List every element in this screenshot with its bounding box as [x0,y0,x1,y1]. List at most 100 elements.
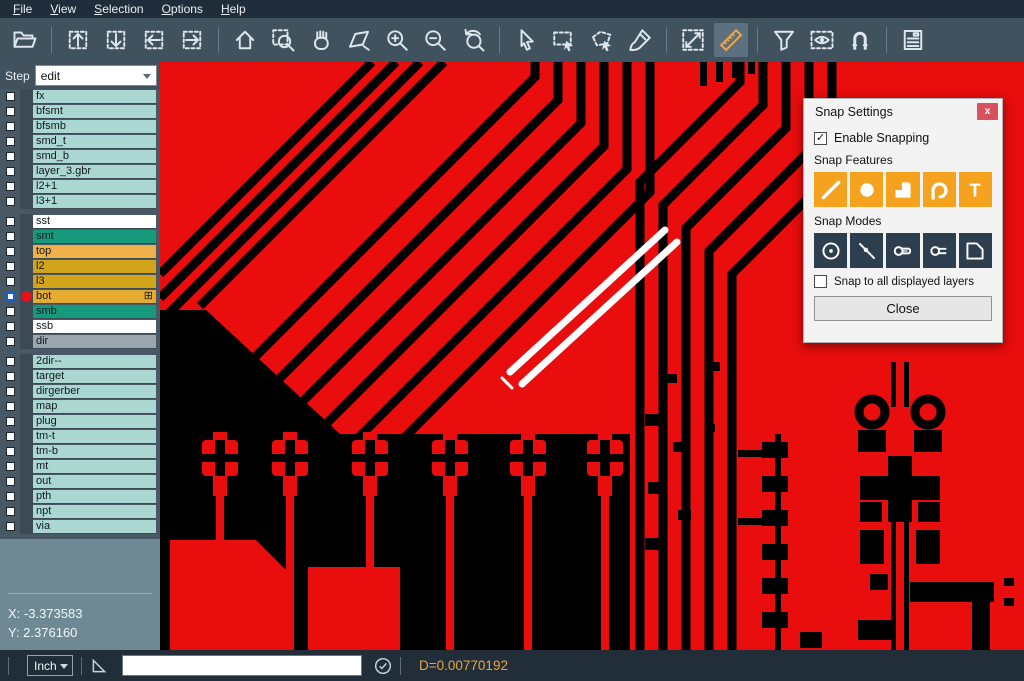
layer-visibility-checkbox[interactable] [6,292,15,301]
layer-name[interactable]: smd_t [33,135,156,149]
snap-feature-pad-button[interactable] [850,172,883,207]
snap-all-layers-checkbox[interactable] [814,275,827,288]
layer-row-via[interactable]: via [0,519,160,534]
select-polygon-button[interactable] [585,23,619,57]
layer-name[interactable]: l3 [33,275,156,289]
layer-row-npt[interactable]: npt [0,504,160,519]
zoom-dynamic-button[interactable] [342,23,376,57]
layer-visibility-checkbox[interactable] [6,417,15,426]
layer-visibility-checkbox[interactable] [6,462,15,471]
layer-name[interactable]: bfsmt [33,105,156,119]
layer-row-smt[interactable]: smt [0,229,160,244]
layer-name[interactable]: sst [33,215,156,229]
layer-row-smd_t[interactable]: smd_t [0,134,160,149]
layer-name[interactable]: fx [33,90,156,104]
layer-name[interactable]: target [33,370,156,384]
menu-view[interactable]: View [41,2,85,16]
layer-row-dirgerber[interactable]: dirgerber [0,384,160,399]
layer-visibility-checkbox[interactable] [6,522,15,531]
step-select[interactable]: edit [35,65,157,86]
ruler-button[interactable] [714,23,748,57]
layer-row-tm-t[interactable]: tm-t [0,429,160,444]
report-button[interactable] [896,23,930,57]
layer-name[interactable]: l2 [33,260,156,274]
layer-row-plug[interactable]: plug [0,414,160,429]
snap-feature-text-button[interactable]: T [959,172,992,207]
layer-visibility-checkbox[interactable] [6,217,15,226]
layer-name[interactable]: tm-t [33,430,156,444]
layer-row-bfsmb[interactable]: bfsmb [0,119,160,134]
layer-visibility-checkbox[interactable] [6,122,15,131]
open-folder-button[interactable] [8,23,42,57]
layer-name[interactable]: out [33,475,156,489]
layer-row-pth[interactable]: pth [0,489,160,504]
layer-name[interactable]: l3+1 [33,195,156,209]
menu-options[interactable]: Options [153,2,212,16]
layer-row-l2+1[interactable]: l2+1 [0,179,160,194]
layer-row-l3[interactable]: l3 [0,274,160,289]
layer-visibility-checkbox[interactable] [6,322,15,331]
layer-row-layer_3.gbr[interactable]: layer_3.gbr [0,164,160,179]
angle-measure-icon[interactable] [90,657,108,675]
zoom-in-button[interactable] [380,23,414,57]
layer-visibility-checkbox[interactable] [6,492,15,501]
layer-name[interactable]: top [33,245,156,259]
select-rectangle-button[interactable] [547,23,581,57]
layer-visibility-checkbox[interactable] [6,277,15,286]
layer-visibility-checkbox[interactable] [6,337,15,346]
layer-name[interactable]: smd_b [33,150,156,164]
layer-row-bot[interactable]: bot⊞ [0,289,160,304]
filter-button[interactable] [767,23,801,57]
layer-row-tm-b[interactable]: tm-b [0,444,160,459]
shift-left-button[interactable] [137,23,171,57]
layer-visibility-checkbox[interactable] [6,92,15,101]
layer-row-target[interactable]: target [0,369,160,384]
layer-row-mt[interactable]: mt [0,459,160,474]
layer-visibility-checkbox[interactable] [6,432,15,441]
enable-snapping-checkbox[interactable]: ✓ [814,132,827,145]
zoom-window-button[interactable] [266,23,300,57]
unit-select[interactable]: Inch [27,655,73,676]
shift-up-button[interactable] [61,23,95,57]
layer-name[interactable]: dir [33,335,156,349]
snap-feature-arc-button[interactable] [923,172,956,207]
snap-mode-center-button[interactable] [814,233,847,268]
layer-name[interactable]: map [33,400,156,414]
layer-visibility-checkbox[interactable] [6,262,15,271]
close-button[interactable]: Close [814,296,992,321]
layer-visibility-checkbox[interactable] [6,232,15,241]
layer-name[interactable]: plug [33,415,156,429]
clear-selection-button[interactable] [623,23,657,57]
layer-name[interactable]: ssb [33,320,156,334]
snap-mode-point-on-edge-button[interactable] [850,233,883,268]
menu-file[interactable]: File [4,2,41,16]
layer-name[interactable]: tm-b [33,445,156,459]
snap-mode-slot-end-button[interactable] [923,233,956,268]
layer-name[interactable]: mt [33,460,156,474]
layer-name[interactable]: pth [33,490,156,504]
layer-visibility-checkbox[interactable] [6,477,15,486]
snap-feature-surface-button[interactable] [886,172,919,207]
layer-row-l2[interactable]: l2 [0,259,160,274]
layer-row-top[interactable]: top [0,244,160,259]
layer-row-fx[interactable]: fx [0,89,160,104]
shift-right-button[interactable] [175,23,209,57]
layer-row-2dir--[interactable]: 2dir-- [0,354,160,369]
layer-row-out[interactable]: out [0,474,160,489]
pan-button[interactable] [304,23,338,57]
layer-visibility-checkbox[interactable] [6,167,15,176]
visibility-button[interactable] [805,23,839,57]
layer-row-l3+1[interactable]: l3+1 [0,194,160,209]
layer-visibility-checkbox[interactable] [6,182,15,191]
layer-name[interactable]: bot⊞ [33,290,156,304]
zoom-out-button[interactable] [418,23,452,57]
layer-visibility-checkbox[interactable] [6,372,15,381]
dialog-title-bar[interactable]: Snap Settings x [804,99,1002,124]
layer-row-bfsmt[interactable]: bfsmt [0,104,160,119]
layer-name[interactable]: 2dir-- [33,355,156,369]
layer-name[interactable]: via [33,520,156,534]
layer-row-dir[interactable]: dir [0,334,160,349]
layer-visibility-checkbox[interactable] [6,507,15,516]
snap-mode-slot-center-button[interactable] [886,233,919,268]
layer-visibility-checkbox[interactable] [6,107,15,116]
